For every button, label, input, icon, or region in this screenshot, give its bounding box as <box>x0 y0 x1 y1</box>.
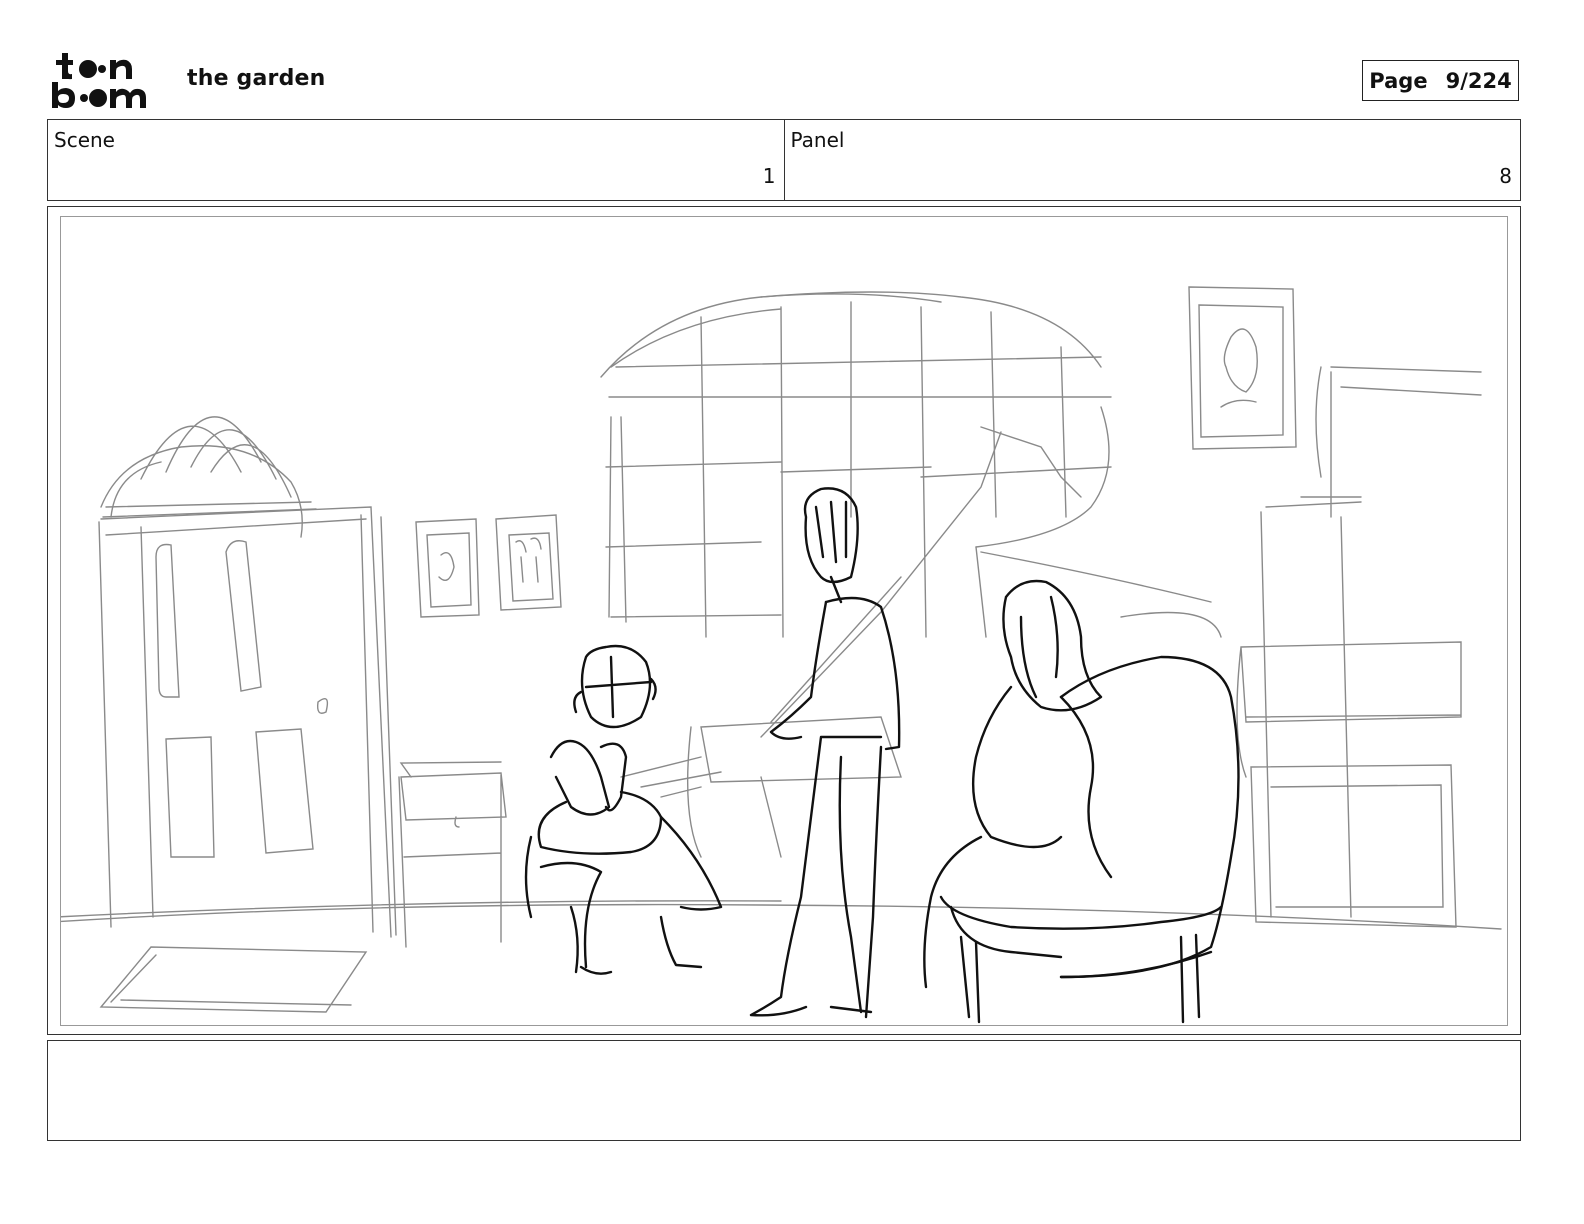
project-title: the garden <box>187 66 326 91</box>
background-sketch <box>61 286 1502 1013</box>
storyboard-panel-frame <box>47 206 1521 1035</box>
panel-number: 8 <box>1499 164 1512 188</box>
scene-label: Scene <box>54 128 115 152</box>
panel-label: Panel <box>790 128 845 152</box>
page-number: 9/224 <box>1445 68 1512 93</box>
scene-panel-info: Scene 1 Panel 8 <box>47 119 1521 201</box>
panel-notes-box <box>47 1040 1521 1141</box>
page-label: Page <box>1369 68 1428 93</box>
page-indicator: Page 9/224 <box>1362 60 1519 101</box>
storyboard-sketch <box>61 286 1502 1024</box>
toon-boom-logo <box>52 53 146 108</box>
storyboard-panel-image-area <box>60 216 1508 1026</box>
character-sketch <box>524 487 1240 1024</box>
panel-cell: Panel 8 <box>783 120 1521 200</box>
scene-cell: Scene 1 <box>48 120 784 200</box>
scene-number: 1 <box>762 164 776 188</box>
